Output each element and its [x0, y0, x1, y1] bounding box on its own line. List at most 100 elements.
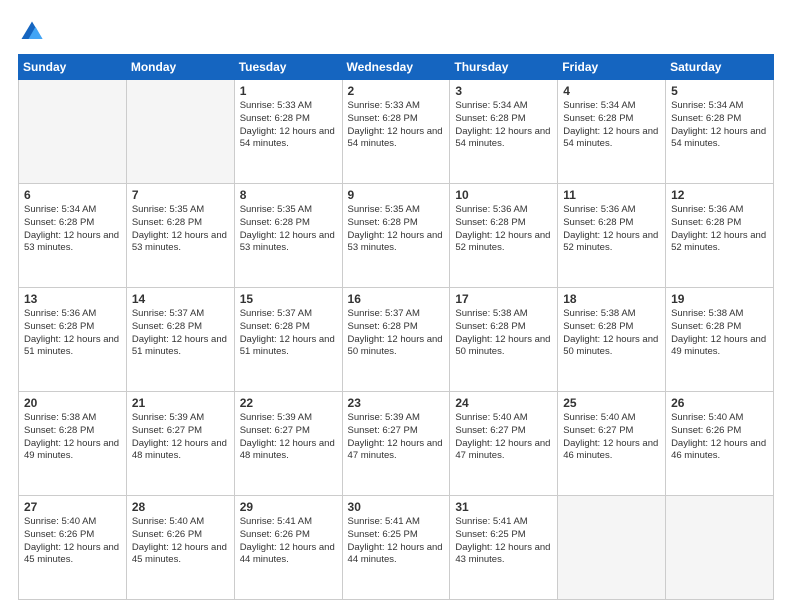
day-info: Sunrise: 5:36 AM Sunset: 6:28 PM Dayligh…: [671, 204, 768, 255]
calendar-day-header: Thursday: [450, 55, 558, 80]
day-number: 7: [132, 188, 229, 202]
calendar-day-cell: [666, 496, 774, 600]
calendar-day-cell: 16 Sunrise: 5:37 AM Sunset: 6:28 PM Dayli…: [342, 288, 450, 392]
day-info: Sunrise: 5:39 AM Sunset: 6:27 PM Dayligh…: [348, 412, 445, 463]
calendar: SundayMondayTuesdayWednesdayThursdayFrid…: [18, 54, 774, 600]
day-number: 9: [348, 188, 445, 202]
calendar-day-cell: 4 Sunrise: 5:34 AM Sunset: 6:28 PM Daylig…: [558, 80, 666, 184]
day-number: 17: [455, 292, 552, 306]
day-number: 14: [132, 292, 229, 306]
day-number: 11: [563, 188, 660, 202]
day-number: 4: [563, 84, 660, 98]
day-number: 25: [563, 396, 660, 410]
day-number: 22: [240, 396, 337, 410]
day-number: 30: [348, 500, 445, 514]
day-number: 31: [455, 500, 552, 514]
day-info: Sunrise: 5:37 AM Sunset: 6:28 PM Dayligh…: [348, 308, 445, 359]
day-info: Sunrise: 5:40 AM Sunset: 6:27 PM Dayligh…: [563, 412, 660, 463]
calendar-day-cell: 20 Sunrise: 5:38 AM Sunset: 6:28 PM Dayli…: [19, 392, 127, 496]
calendar-day-cell: 3 Sunrise: 5:34 AM Sunset: 6:28 PM Daylig…: [450, 80, 558, 184]
day-number: 24: [455, 396, 552, 410]
day-info: Sunrise: 5:35 AM Sunset: 6:28 PM Dayligh…: [348, 204, 445, 255]
day-info: Sunrise: 5:35 AM Sunset: 6:28 PM Dayligh…: [132, 204, 229, 255]
calendar-day-header: Wednesday: [342, 55, 450, 80]
day-info: Sunrise: 5:41 AM Sunset: 6:25 PM Dayligh…: [455, 516, 552, 567]
calendar-day-cell: 24 Sunrise: 5:40 AM Sunset: 6:27 PM Dayli…: [450, 392, 558, 496]
day-info: Sunrise: 5:33 AM Sunset: 6:28 PM Dayligh…: [348, 100, 445, 151]
calendar-day-cell: 17Sunrise: 5:38 AM Sunset: 6:28 PM Dayli…: [450, 288, 558, 392]
calendar-day-cell: 2 Sunrise: 5:33 AM Sunset: 6:28 PM Daylig…: [342, 80, 450, 184]
calendar-day-cell: 9 Sunrise: 5:35 AM Sunset: 6:28 PM Daylig…: [342, 184, 450, 288]
page: SundayMondayTuesdayWednesdayThursdayFrid…: [0, 0, 792, 612]
day-number: 19: [671, 292, 768, 306]
calendar-day-cell: 26Sunrise: 5:40 AM Sunset: 6:26 PM Dayli…: [666, 392, 774, 496]
calendar-day-cell: 23 Sunrise: 5:39 AM Sunset: 6:27 PM Dayli…: [342, 392, 450, 496]
day-info: Sunrise: 5:38 AM Sunset: 6:28 PM Dayligh…: [24, 412, 121, 463]
day-info: Sunrise: 5:37 AM Sunset: 6:28 PM Dayligh…: [240, 308, 337, 359]
day-info: Sunrise: 5:40 AM Sunset: 6:26 PM Dayligh…: [132, 516, 229, 567]
calendar-day-cell: 19Sunrise: 5:38 AM Sunset: 6:28 PM Dayli…: [666, 288, 774, 392]
calendar-day-cell: 7 Sunrise: 5:35 AM Sunset: 6:28 PM Daylig…: [126, 184, 234, 288]
day-number: 23: [348, 396, 445, 410]
calendar-day-cell: 21 Sunrise: 5:39 AM Sunset: 6:27 PM Dayli…: [126, 392, 234, 496]
calendar-day-cell: [126, 80, 234, 184]
calendar-day-header: Tuesday: [234, 55, 342, 80]
day-number: 2: [348, 84, 445, 98]
day-info: Sunrise: 5:40 AM Sunset: 6:27 PM Dayligh…: [455, 412, 552, 463]
calendar-day-cell: 12 Sunrise: 5:36 AM Sunset: 6:28 PM Dayli…: [666, 184, 774, 288]
calendar-day-cell: 6 Sunrise: 5:34 AM Sunset: 6:28 PM Daylig…: [19, 184, 127, 288]
day-number: 16: [348, 292, 445, 306]
day-info: Sunrise: 5:34 AM Sunset: 6:28 PM Dayligh…: [455, 100, 552, 151]
day-number: 6: [24, 188, 121, 202]
day-number: 13: [24, 292, 121, 306]
day-info: Sunrise: 5:40 AM Sunset: 6:26 PM Dayligh…: [24, 516, 121, 567]
day-info: Sunrise: 5:34 AM Sunset: 6:28 PM Dayligh…: [563, 100, 660, 151]
calendar-day-cell: 13Sunrise: 5:36 AM Sunset: 6:28 PM Dayli…: [19, 288, 127, 392]
calendar-day-cell: 15 Sunrise: 5:37 AM Sunset: 6:28 PM Dayli…: [234, 288, 342, 392]
day-info: Sunrise: 5:33 AM Sunset: 6:28 PM Dayligh…: [240, 100, 337, 151]
day-number: 28: [132, 500, 229, 514]
calendar-day-cell: [19, 80, 127, 184]
day-info: Sunrise: 5:39 AM Sunset: 6:27 PM Dayligh…: [132, 412, 229, 463]
calendar-day-cell: 30 Sunrise: 5:41 AM Sunset: 6:25 PM Dayli…: [342, 496, 450, 600]
day-number: 10: [455, 188, 552, 202]
day-number: 15: [240, 292, 337, 306]
day-number: 8: [240, 188, 337, 202]
day-number: 26: [671, 396, 768, 410]
day-info: Sunrise: 5:41 AM Sunset: 6:25 PM Dayligh…: [348, 516, 445, 567]
calendar-day-cell: 18Sunrise: 5:38 AM Sunset: 6:28 PM Dayli…: [558, 288, 666, 392]
calendar-day-cell: 1 Sunrise: 5:33 AM Sunset: 6:28 PM Daylig…: [234, 80, 342, 184]
day-info: Sunrise: 5:39 AM Sunset: 6:27 PM Dayligh…: [240, 412, 337, 463]
calendar-week-row: 13Sunrise: 5:36 AM Sunset: 6:28 PM Dayli…: [19, 288, 774, 392]
calendar-day-header: Sunday: [19, 55, 127, 80]
calendar-day-cell: 14Sunrise: 5:37 AM Sunset: 6:28 PM Dayli…: [126, 288, 234, 392]
calendar-day-cell: [558, 496, 666, 600]
day-number: 5: [671, 84, 768, 98]
logo: [18, 18, 50, 46]
calendar-day-cell: 10 Sunrise: 5:36 AM Sunset: 6:28 PM Dayli…: [450, 184, 558, 288]
calendar-day-header: Saturday: [666, 55, 774, 80]
calendar-day-cell: 8Sunrise: 5:35 AM Sunset: 6:28 PM Daylig…: [234, 184, 342, 288]
calendar-day-header: Monday: [126, 55, 234, 80]
day-info: Sunrise: 5:34 AM Sunset: 6:28 PM Dayligh…: [24, 204, 121, 255]
calendar-day-cell: 31 Sunrise: 5:41 AM Sunset: 6:25 PM Dayli…: [450, 496, 558, 600]
calendar-day-cell: 11Sunrise: 5:36 AM Sunset: 6:28 PM Dayli…: [558, 184, 666, 288]
day-number: 3: [455, 84, 552, 98]
day-number: 12: [671, 188, 768, 202]
calendar-day-cell: 22 Sunrise: 5:39 AM Sunset: 6:27 PM Dayli…: [234, 392, 342, 496]
calendar-header-row: SundayMondayTuesdayWednesdayThursdayFrid…: [19, 55, 774, 80]
calendar-day-cell: 5 Sunrise: 5:34 AM Sunset: 6:28 PM Daylig…: [666, 80, 774, 184]
day-number: 29: [240, 500, 337, 514]
header: [18, 18, 774, 46]
calendar-day-cell: 27Sunrise: 5:40 AM Sunset: 6:26 PM Dayli…: [19, 496, 127, 600]
day-number: 20: [24, 396, 121, 410]
logo-icon: [18, 18, 46, 46]
calendar-day-cell: 25 Sunrise: 5:40 AM Sunset: 6:27 PM Dayli…: [558, 392, 666, 496]
day-info: Sunrise: 5:36 AM Sunset: 6:28 PM Dayligh…: [455, 204, 552, 255]
day-number: 21: [132, 396, 229, 410]
calendar-week-row: 20 Sunrise: 5:38 AM Sunset: 6:28 PM Dayli…: [19, 392, 774, 496]
day-info: Sunrise: 5:34 AM Sunset: 6:28 PM Dayligh…: [671, 100, 768, 151]
day-info: Sunrise: 5:41 AM Sunset: 6:26 PM Dayligh…: [240, 516, 337, 567]
day-number: 1: [240, 84, 337, 98]
day-info: Sunrise: 5:38 AM Sunset: 6:28 PM Dayligh…: [563, 308, 660, 359]
